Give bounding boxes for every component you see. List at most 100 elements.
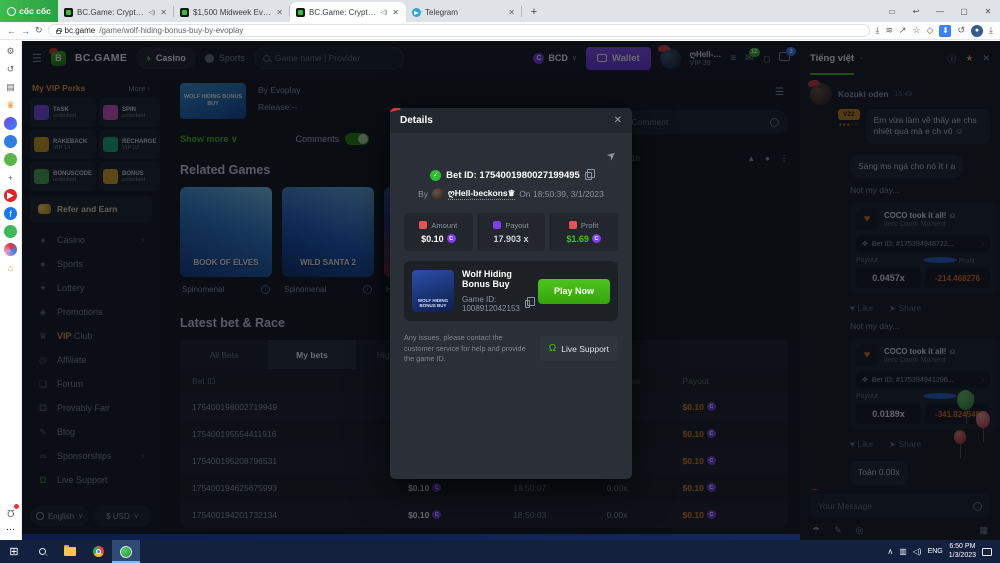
vip-crown-icon[interactable]: ♛ [4,99,17,112]
share-icon[interactable]: ↗ [899,25,907,36]
verified-check-icon: ✓ [430,170,441,181]
tab-audio-icon[interactable]: ◁) [381,9,388,16]
history-icon[interactable]: ↺ [4,63,17,76]
coccoc-logo-label: cốc cốc [19,6,51,16]
coccoc-logo[interactable]: cốc cốc [0,0,58,22]
profile-avatar-icon[interactable]: ● [971,25,983,37]
amount-icon [419,221,427,229]
modal-game-thumbnail: WOLF HIDING BONUS BUY [412,270,454,312]
youtube-icon[interactable]: ▶ [4,189,17,202]
bet-id-text: Bet ID: 1754001980027199495 [446,170,580,181]
tab-label: Telegram [425,8,503,17]
tab-close-icon[interactable]: ✕ [275,8,284,17]
bcgame-favicon [64,8,73,17]
screen: cốc cốc BC.Game: Crypto Casino◁)✕$1,500 … [0,0,1000,563]
copy-game-id-icon[interactable] [525,300,530,308]
support-note: Any issues, please contact the customer … [404,333,530,365]
payout-icon [493,221,501,229]
reload-icon[interactable]: ↻ [35,25,43,36]
language-indicator[interactable]: ENG [928,548,943,555]
add-shortcut-icon[interactable]: + [4,171,17,184]
downloads-tray-icon[interactable]: ⤓ [989,25,993,36]
profit-icon [569,221,577,229]
telegram-favicon [412,8,421,17]
copy-bet-id-icon[interactable] [585,172,592,180]
tab-close-icon[interactable]: ✕ [159,8,168,17]
bcgame-favicon [296,8,305,17]
file-explorer-icon[interactable] [56,540,84,563]
translate-icon[interactable]: ≋ [885,25,893,36]
settings-gear-icon[interactable]: ⚙ [4,45,17,58]
bet-details-modal: Details ✕ ➤ ✓ Bet ID: 175400198002719949… [390,108,632,479]
maximize-button[interactable]: ▢ [952,7,976,16]
tab-audio-icon[interactable]: ◁) [149,9,156,16]
headset-icon: Ω [549,343,556,354]
bookmark-star-icon[interactable]: ☆ [912,25,920,36]
live-support-button[interactable]: ΩLive Support [540,336,618,361]
modal-game-title: Wolf Hiding Bonus Buy [462,269,530,289]
tab-close-icon[interactable]: ✕ [391,8,400,17]
volume-icon[interactable]: ◁) [913,547,922,556]
taskbar-clock[interactable]: 6:50 PM1/3/2023 [949,543,976,561]
start-button[interactable]: ⊞ [0,540,28,563]
green-extension-icon[interactable] [4,225,17,238]
bettor-avatar [432,188,444,200]
coccoc-taskbar-icon[interactable] [112,540,140,563]
tray-expand-icon[interactable]: ∧ [887,547,893,556]
facebook-icon[interactable]: f [4,207,17,220]
taskbar-search-icon[interactable] [28,540,56,563]
share-bet-icon[interactable]: ➤ [604,148,619,164]
bcd-coin-icon: C [447,234,456,243]
modal-game-card: WOLF HIDING BONUS BUY Wolf Hiding Bonus … [404,261,618,321]
tab-close-icon[interactable]: ✕ [507,8,516,17]
sync-icon[interactable]: ↺ [957,25,965,36]
adblock-shield-icon[interactable]: ◇ [927,25,934,36]
minimize-button[interactable]: — [928,7,952,16]
play-now-button[interactable]: Play Now [538,279,610,304]
colorful-extension-icon[interactable] [4,243,17,256]
newsfeed-icon[interactable]: ▤ [4,81,17,94]
tab-label: BC.Game: Crypto Casino [77,8,145,17]
forward-icon[interactable]: → [21,26,30,36]
browser-tab[interactable]: BC.Game: Crypto Casino ◁)✕ [290,2,406,22]
shop-cart-icon[interactable]: ⌂ [4,261,17,274]
windows-taskbar: ⊞ ∧ ▥ ◁) ENG 6:50 PM1/3/2023 [0,540,1000,563]
modal-close-button[interactable]: ✕ [614,115,622,126]
tab-label: $1,500 Midweek Evoplay Mu... [193,8,271,17]
tab-label: BC.Game: Crypto Casino [309,8,377,17]
url-bar[interactable]: bc.game /game/wolf-hiding-bonus-buy-by-e… [48,24,871,37]
more-options-icon[interactable]: ⋯ [4,523,17,536]
media-panel-icon[interactable]: ▭ [880,7,904,16]
chat-app-icon[interactable] [4,135,17,148]
games-icon[interactable] [4,153,17,166]
notifications-bell-icon[interactable]: Ω [4,506,17,519]
bettor-username[interactable]: ღHell-beckons♛ [448,188,515,200]
save-page-icon[interactable]: ⤓ [875,25,879,36]
browser-tab[interactable]: $1,500 Midweek Evoplay Mu... ✕ [174,2,290,22]
chrome-icon[interactable] [84,540,112,563]
modal-game-id: Game ID: 1008912042153 [462,295,520,313]
browser-tab[interactable]: BC.Game: Crypto Casino ◁)✕ [58,2,174,22]
action-center-icon[interactable] [982,548,992,556]
new-tab-button[interactable]: + [526,4,542,20]
browser-tab-bar: cốc cốc BC.Game: Crypto Casino◁)✕$1,500 … [0,0,1000,22]
recent-tabs-icon[interactable]: ↩ [904,7,928,16]
url-path: /game/wolf-hiding-bonus-buy-by-evoplay [99,26,243,35]
back-icon[interactable]: ← [7,26,16,36]
close-button[interactable]: ✕ [976,7,1000,16]
lock-icon [56,30,61,34]
bcgame-page: ☰ B BC.GAME ♦Casino Sports C BCD ∨ Walle… [22,41,1000,540]
bet-timestamp: On 18:50:39, 3/1/2023 [519,189,604,199]
browser-tab[interactable]: Telegram ✕ [406,2,522,22]
browser-toolbar: ← → ↻ bc.game /game/wolf-hiding-bonus-bu… [0,22,1000,40]
bcd-coin-icon: C [592,234,601,243]
messenger-icon[interactable] [4,117,17,130]
network-icon[interactable]: ▥ [899,547,907,556]
modal-title: Details [400,115,433,126]
amount-stat: Amount $0.10C [404,213,473,251]
url-domain: bc.game [65,26,96,35]
download-manager-icon[interactable]: ⬇ [939,25,951,37]
coccoc-logo-icon [7,7,16,16]
payout-stat: Payout 17.903 x [477,213,546,251]
coccoc-sidebar-bottom: Ω⋯ [4,506,17,536]
